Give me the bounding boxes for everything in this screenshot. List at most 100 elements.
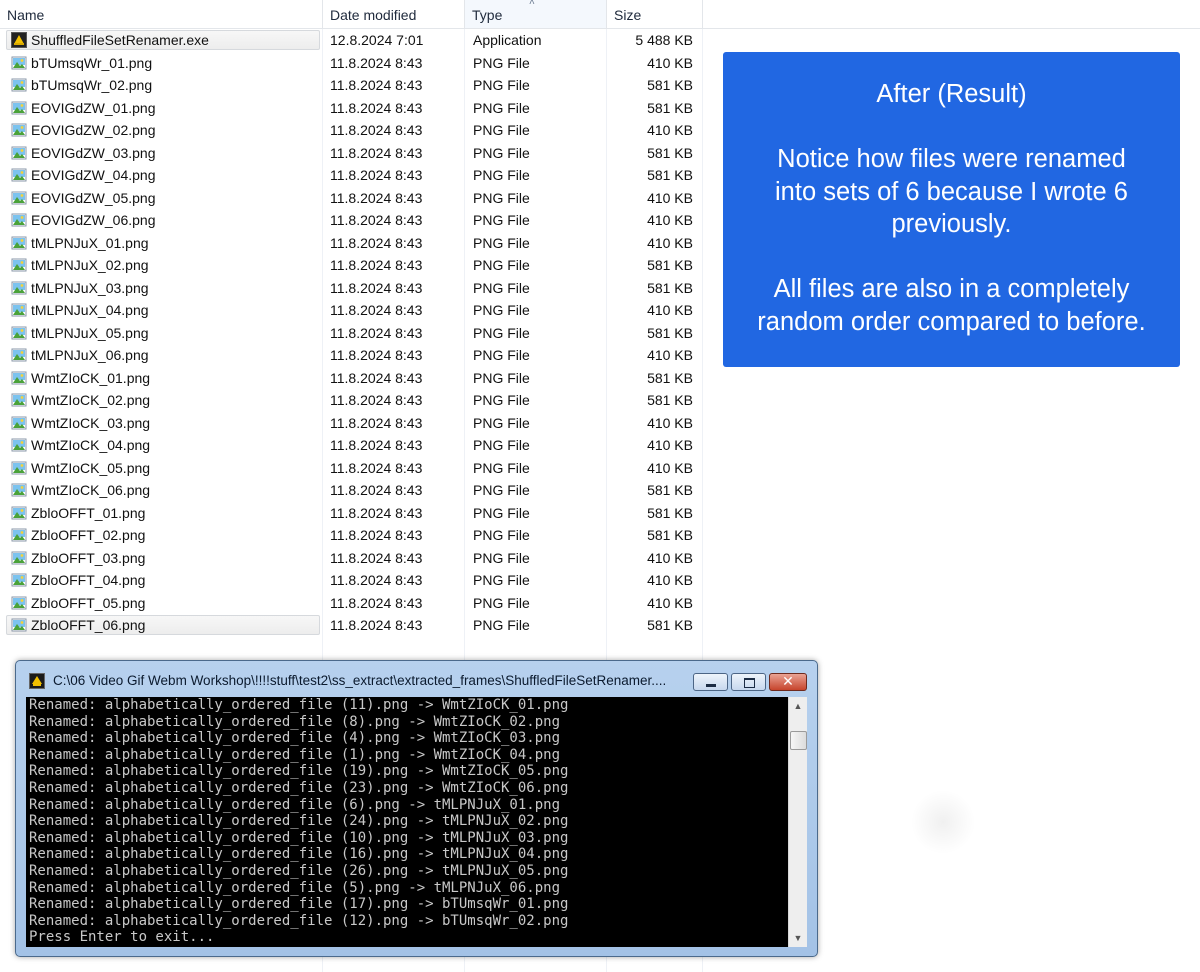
file-row[interactable]: tMLPNJuX_05.png 11.8.2024 8:43 PNG File 581… bbox=[0, 322, 704, 345]
file-date: 11.8.2024 8:43 bbox=[330, 459, 423, 476]
column-header-name[interactable]: Name bbox=[0, 0, 323, 28]
console-line: Renamed: alphabetically_ordered_file (8)… bbox=[29, 713, 561, 730]
file-name: EOVIGdZW_01.png bbox=[31, 99, 156, 116]
file-row[interactable]: ZbloOFFT_02.png 11.8.2024 8:43 PNG File 581… bbox=[0, 524, 704, 547]
file-size: 581 KB bbox=[647, 99, 693, 116]
file-size: 5 488 KB bbox=[635, 32, 693, 48]
file-size: 410 KB bbox=[647, 302, 693, 318]
console-line: Renamed: alphabetically_ordered_file (10… bbox=[29, 829, 569, 846]
note-line: into sets of 6 because I wrote 6 bbox=[775, 177, 1128, 206]
file-row[interactable]: ShuffledFileSetRenamer.exe 12.8.2024 7:01… bbox=[0, 29, 704, 52]
file-list: ShuffledFileSetRenamer.exe 12.8.2024 7:01… bbox=[0, 29, 704, 637]
file-row[interactable]: EOVIGdZW_01.png 11.8.2024 8:43 PNG File 581… bbox=[0, 97, 704, 120]
file-row[interactable]: tMLPNJuX_04.png 11.8.2024 8:43 PNG File 410… bbox=[0, 299, 704, 322]
annotation-note: After (Result) Notice how files were ren… bbox=[723, 52, 1180, 367]
png-image-icon bbox=[11, 168, 27, 182]
png-image-icon bbox=[11, 371, 27, 384]
console-line: Renamed: alphabetically_ordered_file (16… bbox=[29, 846, 569, 863]
console-line: Renamed: alphabetically_ordered_file (19… bbox=[29, 763, 569, 780]
column-header-size[interactable]: Size bbox=[607, 0, 703, 28]
file-row[interactable]: WmtZIoCK_03.png 11.8.2024 8:43 PNG File 410… bbox=[0, 412, 704, 435]
minimize-button[interactable] bbox=[693, 673, 728, 691]
file-type: PNG File bbox=[473, 324, 530, 341]
file-name: WmtZIoCK_02.png bbox=[31, 392, 151, 408]
column-header-bar: Name Date modified Type ˄ Size bbox=[0, 0, 1200, 29]
file-name: tMLPNJuX_02.png bbox=[31, 257, 149, 273]
file-row[interactable]: EOVIGdZW_06.png 11.8.2024 8:43 PNG File 410… bbox=[0, 209, 704, 232]
file-name: WmtZIoCK_06.png bbox=[31, 482, 151, 498]
file-name: ZbloOFFT_06.png bbox=[31, 617, 146, 633]
console-line: Renamed: alphabetically_ordered_file (4)… bbox=[29, 730, 561, 747]
column-header-type-label: Type bbox=[472, 7, 503, 23]
console-line: Press Enter to exit... bbox=[29, 929, 215, 946]
file-row[interactable]: ZbloOFFT_03.png 11.8.2024 8:43 PNG File 410… bbox=[0, 547, 704, 570]
file-row[interactable]: EOVIGdZW_02.png 11.8.2024 8:43 PNG File 410… bbox=[0, 119, 704, 142]
file-type: PNG File bbox=[473, 54, 530, 71]
png-image-icon bbox=[11, 213, 27, 227]
file-row[interactable]: EOVIGdZW_05.png 11.8.2024 8:43 PNG File 410… bbox=[0, 187, 704, 210]
file-size: 410 KB bbox=[647, 459, 693, 476]
file-type: PNG File bbox=[473, 189, 530, 206]
png-image-icon bbox=[11, 483, 27, 497]
file-row[interactable]: WmtZIoCK_02.png 11.8.2024 8:43 PNG File 581… bbox=[0, 389, 704, 412]
file-size: 581 KB bbox=[647, 144, 693, 161]
file-type: PNG File bbox=[473, 504, 530, 521]
console-scrollbar[interactable]: ▲ ▼ bbox=[788, 697, 807, 947]
file-row[interactable]: WmtZIoCK_01.png 11.8.2024 8:43 PNG File 581… bbox=[0, 367, 704, 390]
scroll-up-icon[interactable]: ▲ bbox=[789, 701, 807, 711]
file-row[interactable]: bTUmsqWr_01.png 11.8.2024 8:43 PNG File 410… bbox=[0, 52, 704, 75]
file-row[interactable]: tMLPNJuX_01.png 11.8.2024 8:43 PNG File 410… bbox=[0, 232, 704, 255]
file-type: PNG File bbox=[473, 122, 530, 138]
file-type: Application bbox=[473, 32, 542, 48]
column-header-name-label: Name bbox=[7, 7, 45, 23]
console-title: C:\06 Video Gif Webm Workshop\!!!!stuff\… bbox=[53, 673, 667, 688]
maximize-button[interactable] bbox=[731, 673, 766, 691]
column-header-type[interactable]: Type ˄ bbox=[465, 0, 607, 28]
png-image-icon bbox=[11, 326, 27, 339]
console-line: Renamed: alphabetically_ordered_file (5)… bbox=[29, 879, 561, 896]
file-row[interactable]: WmtZIoCK_06.png 11.8.2024 8:43 PNG File 581… bbox=[0, 479, 704, 502]
note-line: previously. bbox=[891, 210, 1012, 238]
console-title-bar[interactable]: C:\06 Video Gif Webm Workshop\!!!!stuff\… bbox=[16, 661, 817, 697]
file-type: PNG File bbox=[473, 279, 530, 296]
png-image-icon bbox=[11, 416, 27, 429]
column-header-date[interactable]: Date modified bbox=[323, 0, 465, 28]
file-row[interactable]: ZbloOFFT_01.png 11.8.2024 8:43 PNG File 581… bbox=[0, 502, 704, 525]
close-button[interactable]: ✕ bbox=[769, 673, 807, 691]
file-type: PNG File bbox=[473, 437, 530, 453]
file-row[interactable]: tMLPNJuX_03.png 11.8.2024 8:43 PNG File 581… bbox=[0, 277, 704, 300]
file-row[interactable]: tMLPNJuX_06.png 11.8.2024 8:43 PNG File 410… bbox=[0, 344, 704, 367]
file-row[interactable]: EOVIGdZW_03.png 11.8.2024 8:43 PNG File 581… bbox=[0, 142, 704, 165]
file-date: 12.8.2024 7:01 bbox=[330, 32, 424, 48]
file-type: PNG File bbox=[473, 617, 530, 633]
file-type: PNG File bbox=[473, 414, 530, 431]
file-row[interactable]: ZbloOFFT_05.png 11.8.2024 8:43 PNG File 410… bbox=[0, 592, 704, 615]
console-window[interactable]: C:\06 Video Gif Webm Workshop\!!!!stuff\… bbox=[15, 660, 818, 957]
png-image-icon bbox=[11, 101, 27, 114]
scroll-down-icon[interactable]: ▼ bbox=[789, 933, 807, 943]
note-line: random order compared to before. bbox=[757, 307, 1146, 336]
file-size: 410 KB bbox=[647, 572, 693, 588]
file-row[interactable]: WmtZIoCK_05.png 11.8.2024 8:43 PNG File 410… bbox=[0, 457, 704, 480]
file-row[interactable]: bTUmsqWr_02.png 11.8.2024 8:43 PNG File 581… bbox=[0, 74, 704, 97]
file-name: tMLPNJuX_01.png bbox=[31, 234, 149, 251]
column-header-date-label: Date modified bbox=[330, 7, 417, 23]
console-output[interactable]: Renamed: alphabetically_ordered_file (11… bbox=[26, 697, 788, 947]
file-name: EOVIGdZW_06.png bbox=[31, 212, 156, 228]
file-row[interactable]: EOVIGdZW_04.png 11.8.2024 8:43 PNG File 581… bbox=[0, 164, 704, 187]
file-type: PNG File bbox=[473, 369, 530, 386]
file-row[interactable]: tMLPNJuX_02.png 11.8.2024 8:43 PNG File 581… bbox=[0, 254, 704, 277]
file-row[interactable]: ZbloOFFT_04.png 11.8.2024 8:43 PNG File 410… bbox=[0, 569, 704, 592]
file-name: tMLPNJuX_06.png bbox=[31, 347, 149, 363]
console-line: Renamed: alphabetically_ordered_file (1)… bbox=[29, 746, 561, 763]
file-date: 11.8.2024 8:43 bbox=[330, 549, 423, 566]
file-size: 581 KB bbox=[647, 257, 693, 273]
file-date: 11.8.2024 8:43 bbox=[330, 392, 423, 408]
close-icon: ✕ bbox=[782, 673, 794, 689]
file-date: 11.8.2024 8:43 bbox=[330, 279, 423, 296]
scrollbar-thumb[interactable] bbox=[790, 731, 807, 750]
file-name: WmtZIoCK_03.png bbox=[31, 414, 151, 431]
file-name: ShuffledFileSetRenamer.exe bbox=[31, 32, 209, 48]
file-row[interactable]: ZbloOFFT_06.png 11.8.2024 8:43 PNG File 581… bbox=[0, 614, 704, 637]
file-row[interactable]: WmtZIoCK_04.png 11.8.2024 8:43 PNG File 410… bbox=[0, 434, 704, 457]
